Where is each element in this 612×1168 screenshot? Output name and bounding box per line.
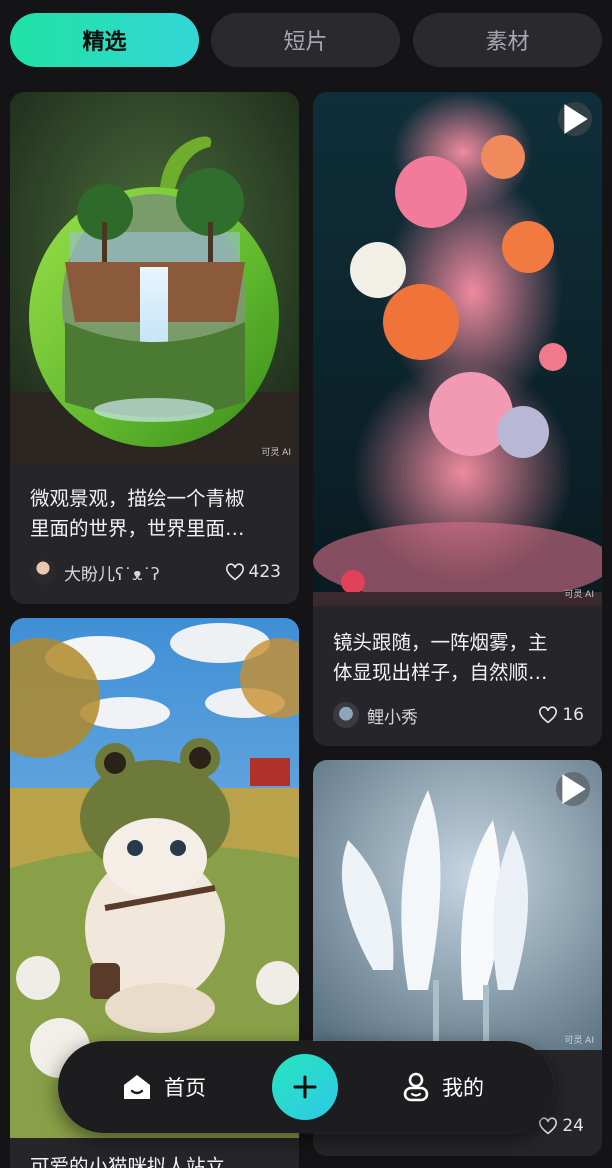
bottom-nav: 首页 我的: [58, 1041, 554, 1133]
card-caption: 微观景观，描绘一个青椒 里面的世界，世界里面…: [30, 484, 279, 544]
card-meta: 大盼儿ʕ˙ᴥ˙ʔ 423: [30, 558, 281, 586]
plus-icon: [293, 1075, 317, 1099]
caption-line-2: 体显现出样子，自然顺…: [333, 661, 548, 684]
author-name[interactable]: 大盼儿ʕ˙ᴥ˙ʔ: [64, 560, 225, 585]
like-count: 24: [562, 1116, 584, 1136]
tab-materials[interactable]: 素材: [413, 13, 602, 67]
card-meta: 鲤小秀 16: [333, 701, 584, 729]
tab-shorts[interactable]: 短片: [211, 13, 400, 67]
caption-line-1: 镜头跟随，一阵烟雾，主: [333, 631, 548, 654]
play-triangle-icon: [562, 774, 586, 804]
home-icon: [124, 1075, 150, 1099]
like-count: 16: [562, 705, 584, 725]
play-icon[interactable]: [556, 772, 590, 806]
watermark-text: 可灵 AI: [564, 590, 594, 600]
card-caption: 镜头跟随，一阵烟雾，主 体显现出样子，自然顺…: [333, 628, 582, 688]
avatar[interactable]: [333, 702, 359, 728]
avatar[interactable]: [30, 559, 56, 585]
card-image-flowers[interactable]: 可灵 AI: [313, 92, 602, 606]
user-icon: [403, 1072, 429, 1102]
tab-featured-label: 精选: [82, 30, 127, 55]
watermark: 可灵 AI: [261, 445, 291, 458]
watermark: 可灵 AI: [564, 587, 594, 600]
watermark-text: 可灵 AI: [261, 448, 291, 458]
caption-line-2: 里面的世界，世界里面…: [30, 517, 245, 540]
watermark-text: 可灵 AI: [564, 1036, 594, 1046]
category-tabs: 精选 短片 素材: [10, 13, 602, 67]
like-count: 423: [248, 562, 281, 582]
author-name[interactable]: 鲤小秀: [367, 703, 538, 728]
tab-featured[interactable]: 精选: [10, 13, 199, 67]
card-image-pepper[interactable]: 可灵 AI: [10, 92, 299, 464]
caption-line-1: 可爱的小猫咪拟人站立: [30, 1155, 226, 1168]
tab-shorts-label: 短片: [283, 30, 328, 55]
heart-icon: [539, 1117, 558, 1135]
card-caption: 可爱的小猫咪拟人站立: [30, 1152, 279, 1168]
heart-icon: [225, 563, 244, 581]
nav-home-label: 首页: [164, 1076, 206, 1100]
like-button[interactable]: 24: [538, 1116, 584, 1136]
feed-card-pepper[interactable]: 可灵 AI 微观景观，描绘一个青椒 里面的世界，世界里面… 大盼儿ʕ˙ᴥ˙ʔ 4…: [10, 92, 299, 604]
caption-line-1: 微观景观，描绘一个青椒: [30, 487, 245, 510]
nav-home[interactable]: 首页: [122, 1041, 206, 1133]
like-button[interactable]: 423: [225, 562, 281, 582]
heart-icon: [539, 706, 558, 724]
feed-card-flowers[interactable]: 可灵 AI 镜头跟随，一阵烟雾，主 体显现出样子，自然顺… 鲤小秀 16: [313, 92, 602, 746]
play-icon[interactable]: [558, 102, 592, 136]
play-triangle-icon: [564, 104, 588, 134]
create-button[interactable]: [272, 1054, 338, 1120]
watermark: 可灵 AI: [564, 1033, 594, 1046]
nav-mine-label: 我的: [442, 1076, 484, 1100]
tab-materials-label: 素材: [485, 30, 530, 55]
nav-mine[interactable]: 我的: [402, 1041, 484, 1133]
like-button[interactable]: 16: [538, 705, 584, 725]
card-image-lily[interactable]: 可灵 AI: [313, 760, 602, 1050]
